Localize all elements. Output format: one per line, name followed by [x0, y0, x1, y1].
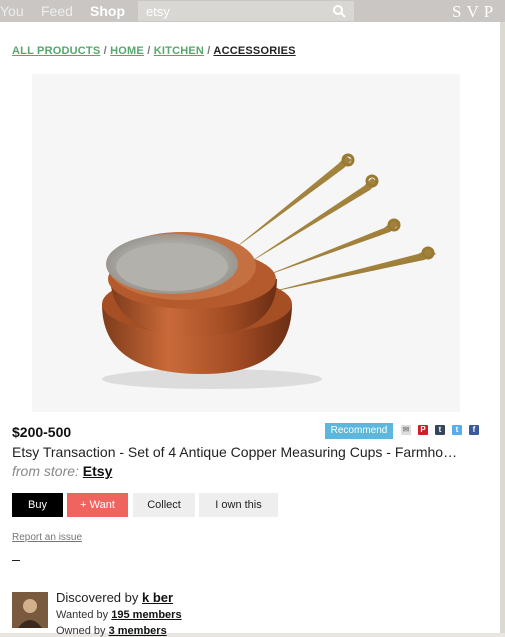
breadcrumb-home[interactable]: HOME — [110, 45, 144, 57]
site-logo[interactable]: SVP — [452, 2, 498, 22]
product-panel: ALL PRODUCTS / HOME / KITCHEN / ACCESSOR… — [0, 22, 500, 637]
search-box — [138, 1, 354, 21]
want-button[interactable]: + Want — [67, 493, 128, 517]
background-strip — [500, 22, 505, 633]
product-title[interactable]: Etsy Transaction - Set of 4 Antique Copp… — [12, 444, 482, 460]
breadcrumb-separator: / — [143, 45, 154, 57]
recommend-button[interactable]: Recommend — [325, 423, 393, 439]
tumblr-icon[interactable]: t — [435, 425, 445, 435]
avatar[interactable] — [12, 592, 48, 628]
wanted-by: Wanted by 195 members — [56, 609, 182, 621]
buy-button[interactable]: Buy — [12, 493, 63, 517]
twitter-icon[interactable]: t — [452, 425, 462, 435]
store-line: from store: Etsy — [12, 463, 112, 479]
breadcrumb: ALL PRODUCTS / HOME / KITCHEN / ACCESSOR… — [12, 45, 296, 57]
collect-button[interactable]: Collect — [133, 493, 195, 517]
divider — [12, 560, 20, 561]
report-issue-link[interactable]: Report an issue — [12, 532, 82, 543]
wanted-count-link[interactable]: 195 members — [111, 609, 181, 621]
wanted-label: Wanted by — [56, 609, 109, 621]
store-link[interactable]: Etsy — [83, 463, 113, 479]
discoverer-link[interactable]: k ber — [142, 590, 173, 605]
breadcrumb-kitchen[interactable]: KITCHEN — [154, 45, 204, 57]
search-icon[interactable] — [332, 4, 346, 18]
owned-by: Owned by 3 members — [56, 625, 167, 637]
own-this-button[interactable]: I own this — [199, 493, 278, 517]
discovered-by: Discovered by k ber — [56, 590, 173, 605]
price: $200-500 — [12, 424, 72, 440]
breadcrumb-accessories[interactable]: ACCESSORIES — [213, 45, 295, 57]
breadcrumb-separator: / — [100, 45, 111, 57]
user-avatar-icon — [12, 592, 48, 628]
pinterest-icon[interactable]: P — [418, 425, 428, 435]
breadcrumb-all-products[interactable]: ALL PRODUCTS — [12, 45, 100, 57]
discovered-label: Discovered by — [56, 590, 139, 605]
owned-count-link[interactable]: 3 members — [109, 625, 167, 637]
nav-shop[interactable]: Shop — [90, 3, 125, 19]
email-icon[interactable]: ✉ — [401, 425, 411, 435]
search-input[interactable] — [146, 3, 326, 19]
copper-pans-image — [102, 153, 436, 389]
nav-you[interactable]: You — [0, 3, 24, 19]
product-image[interactable] — [32, 74, 460, 412]
nav-feed[interactable]: Feed — [41, 3, 73, 19]
facebook-icon[interactable]: f — [469, 425, 479, 435]
store-label: from store: — [12, 463, 79, 479]
top-navigation-bar: You Feed Shop SVP — [0, 0, 505, 22]
owned-label: Owned by — [56, 625, 106, 637]
